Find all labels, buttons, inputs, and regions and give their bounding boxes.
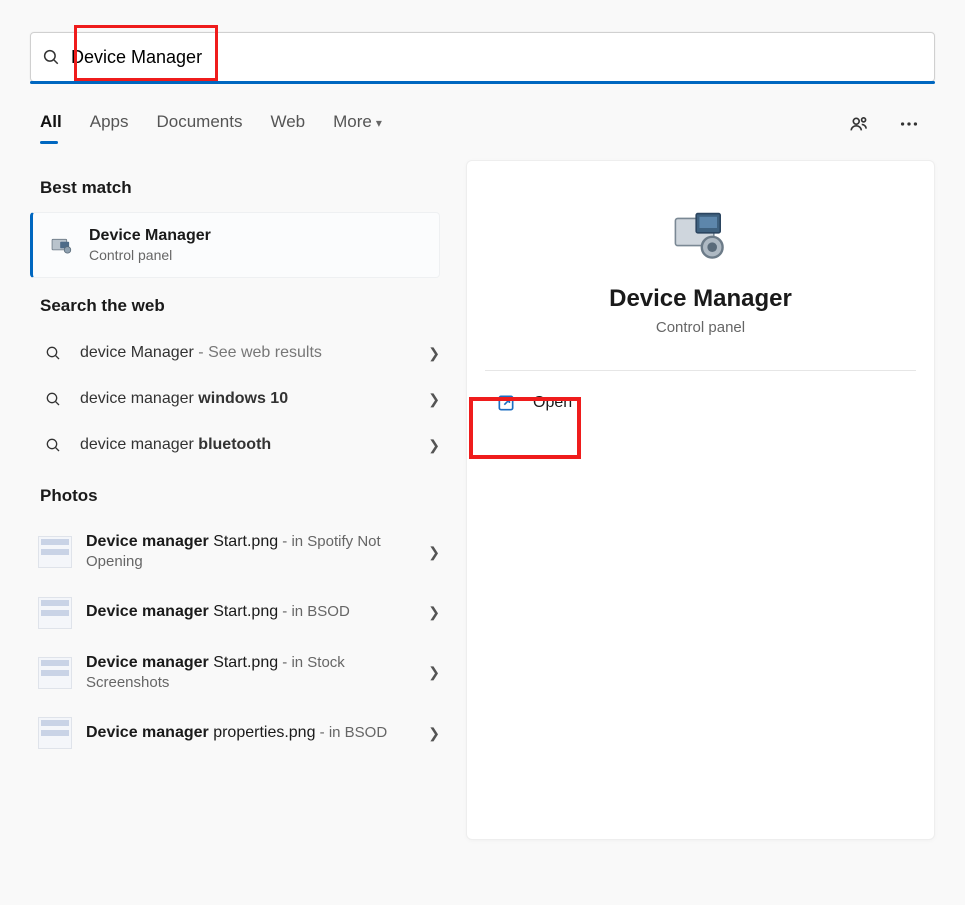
results-column: Best match Device Manager Control panel … [30,160,450,840]
search-focus-underline [30,81,935,84]
web-result[interactable]: device manager windows 10 ❯ [30,376,450,422]
chevron-right-icon: ❯ [428,725,440,742]
search-input[interactable] [71,47,934,68]
filter-tabs: All Apps Documents Web More ▾ [40,106,382,142]
tab-web[interactable]: Web [270,106,305,142]
preview-pane: Device Manager Control panel Open [466,160,935,840]
tab-more[interactable]: More ▾ [333,106,382,142]
preview-title: Device Manager [485,285,916,313]
best-match-result[interactable]: Device Manager Control panel [30,212,440,278]
photo-result-text: Device manager Start.png - in BSOD [86,602,428,622]
image-thumbnail-icon [38,536,72,568]
web-result-text: device Manager - See web results [80,344,428,362]
image-thumbnail-icon [38,597,72,629]
search-icon [42,345,64,361]
section-search-web: Search the web [40,296,450,316]
photo-result[interactable]: Device manager Start.png - in Spotify No… [30,520,450,585]
open-label: Open [533,394,572,412]
people-icon[interactable] [845,110,873,138]
device-manager-large-icon [661,201,741,271]
web-result[interactable]: device Manager - See web results ❯ [30,330,450,376]
chevron-down-icon: ▾ [376,116,382,130]
search-box[interactable] [30,32,935,82]
web-results-list: device Manager - See web results ❯ devic… [30,330,450,468]
image-thumbnail-icon [38,717,72,749]
web-result-text: device manager bluetooth [80,436,428,454]
tab-apps[interactable]: Apps [90,106,129,142]
search-panel: All Apps Documents Web More ▾ Best match [0,0,965,905]
photo-result-text: Device manager Start.png - in Stock Scre… [86,653,428,694]
search-icon [42,437,64,453]
photo-result[interactable]: Device manager Start.png - in BSOD ❯ [30,585,450,641]
more-options-icon[interactable] [895,110,923,138]
photo-result[interactable]: Device manager properties.png - in BSOD … [30,705,450,761]
chevron-right-icon: ❯ [428,544,440,561]
section-best-match: Best match [40,178,450,198]
tab-all[interactable]: All [40,106,62,142]
filter-tabs-row: All Apps Documents Web More ▾ [0,82,965,150]
chevron-right-icon: ❯ [428,391,440,408]
web-result-text: device manager windows 10 [80,390,428,408]
open-action[interactable]: Open [485,371,916,436]
image-thumbnail-icon [38,657,72,689]
photo-result[interactable]: Device manager Start.png - in Stock Scre… [30,641,450,706]
photo-result-text: Device manager properties.png - in BSOD [86,723,428,743]
best-match-subtitle: Control panel [89,247,211,263]
photos-list: Device manager Start.png - in Spotify No… [30,520,450,761]
results-content: Best match Device Manager Control panel … [0,150,965,840]
tab-more-label: More [333,112,372,131]
chevron-right-icon: ❯ [428,437,440,454]
device-manager-icon [47,231,75,259]
section-photos: Photos [40,486,450,506]
tab-documents[interactable]: Documents [156,106,242,142]
chevron-right-icon: ❯ [428,345,440,362]
chevron-right-icon: ❯ [428,664,440,681]
photo-result-text: Device manager Start.png - in Spotify No… [86,532,428,573]
chevron-right-icon: ❯ [428,604,440,621]
search-icon [42,391,64,407]
best-match-title: Device Manager [89,227,211,245]
search-icon [31,48,71,66]
open-external-icon [495,393,517,413]
search-bar [30,32,935,82]
preview-subtitle: Control panel [485,319,916,336]
web-result[interactable]: device manager bluetooth ❯ [30,422,450,468]
